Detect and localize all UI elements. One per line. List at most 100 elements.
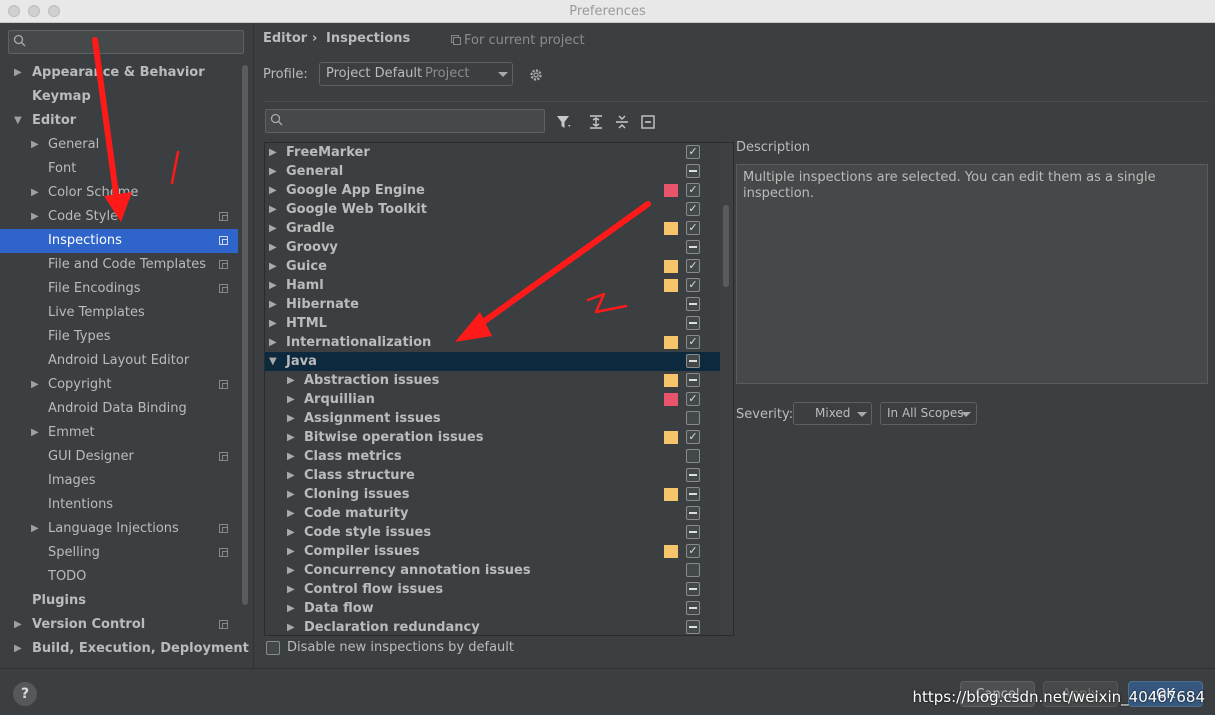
chevron-right-icon[interactable]: ▶ <box>287 504 295 523</box>
inspection-row[interactable]: ▶ Class structure <box>265 466 720 485</box>
chevron-right-icon[interactable]: ▶ <box>287 523 295 542</box>
inspection-row[interactable]: ▶ Groovy <box>265 238 720 257</box>
sidebar-item-inspections[interactable]: Inspections <box>0 229 238 253</box>
sidebar-item-build-execution-deployment[interactable]: ▶ Build, Execution, Deployment <box>0 637 249 661</box>
inspections-scrollbar[interactable] <box>723 205 729 287</box>
breadcrumb-editor[interactable]: Editor <box>263 31 307 46</box>
sidebar-item-file-encodings[interactable]: File Encodings <box>0 277 238 301</box>
inspection-row[interactable]: ▶ FreeMarker ✓ <box>265 143 720 162</box>
gear-icon[interactable] <box>528 67 544 83</box>
chevron-right-icon[interactable]: ▶ <box>287 599 295 618</box>
inspection-row[interactable]: ▶ Declaration redundancy <box>265 618 720 635</box>
sidebar-item-copyright[interactable]: ▶ Copyright <box>0 373 238 397</box>
sidebar-item-intentions[interactable]: Intentions <box>0 493 238 517</box>
inspection-checkbox[interactable] <box>686 620 700 634</box>
scope-dropdown[interactable]: In All Scopes <box>880 402 977 425</box>
inspection-row[interactable]: ▶ Abstraction issues <box>265 371 720 390</box>
inspection-checkbox[interactable]: ✓ <box>686 544 700 558</box>
sidebar-item-plugins[interactable]: Plugins <box>0 589 238 613</box>
sidebar-item-code-style[interactable]: ▶ Code Style <box>0 205 238 229</box>
chevron-right-icon[interactable]: ▶ <box>287 542 295 561</box>
chevron-right-icon[interactable]: ▶ <box>287 561 295 580</box>
inspection-checkbox[interactable] <box>686 525 700 539</box>
inspection-checkbox[interactable] <box>686 487 700 501</box>
chevron-right-icon[interactable]: ▶ <box>287 618 295 635</box>
chevron-right-icon[interactable]: ▶ <box>287 485 295 504</box>
expand-all-icon[interactable] <box>588 114 604 130</box>
sidebar-item-color-scheme[interactable]: ▶ Color Scheme <box>0 181 238 205</box>
inspection-checkbox[interactable] <box>686 240 700 254</box>
inspection-row[interactable]: ▶ Control flow issues <box>265 580 720 599</box>
chevron-right-icon[interactable]: ▶ <box>14 637 22 661</box>
settings-search-input[interactable] <box>8 30 244 54</box>
inspection-row[interactable]: ▶ HTML <box>265 314 720 333</box>
inspection-row[interactable]: ▶ Code style issues <box>265 523 720 542</box>
inspection-row[interactable]: ▶ Google Web Toolkit ✓ <box>265 200 720 219</box>
sidebar-item-file-types[interactable]: File Types <box>0 325 238 349</box>
disable-new-checkbox[interactable] <box>266 641 280 655</box>
sidebar-item-file-and-code-templates[interactable]: File and Code Templates <box>0 253 238 277</box>
chevron-right-icon[interactable]: ▶ <box>14 613 22 637</box>
inspection-checkbox[interactable]: ✓ <box>686 202 700 216</box>
inspection-checkbox[interactable] <box>686 373 700 387</box>
inspection-checkbox[interactable] <box>686 449 700 463</box>
sidebar-item-android-data-binding[interactable]: Android Data Binding <box>0 397 238 421</box>
chevron-right-icon[interactable]: ▶ <box>269 162 277 181</box>
inspection-checkbox[interactable]: ✓ <box>686 392 700 406</box>
inspection-checkbox[interactable] <box>686 563 700 577</box>
inspection-row[interactable]: ▶ Gradle ✓ <box>265 219 720 238</box>
inspection-checkbox[interactable] <box>686 601 700 615</box>
chevron-right-icon[interactable]: ▶ <box>287 371 295 390</box>
inspections-search-input[interactable] <box>265 109 545 133</box>
inspection-row[interactable]: ▼ Java <box>265 352 720 371</box>
chevron-right-icon[interactable]: ▶ <box>31 421 39 445</box>
inspection-checkbox[interactable]: ✓ <box>686 430 700 444</box>
sidebar-item-live-templates[interactable]: Live Templates <box>0 301 238 325</box>
chevron-right-icon[interactable]: ▶ <box>269 295 277 314</box>
inspection-row[interactable]: ▶ Bitwise operation issues ✓ <box>265 428 720 447</box>
chevron-right-icon[interactable]: ▶ <box>269 314 277 333</box>
sidebar-item-images[interactable]: Images <box>0 469 238 493</box>
sidebar-item-language-injections[interactable]: ▶ Language Injections <box>0 517 238 541</box>
sidebar-item-appearance-behavior[interactable]: ▶ Appearance & Behavior <box>0 61 238 85</box>
inspection-checkbox[interactable]: ✓ <box>686 335 700 349</box>
inspection-checkbox[interactable]: ✓ <box>686 183 700 197</box>
inspection-checkbox[interactable] <box>686 506 700 520</box>
inspection-row[interactable]: ▶ Cloning issues <box>265 485 720 504</box>
chevron-right-icon[interactable]: ▶ <box>269 143 277 162</box>
inspection-row[interactable]: ▶ Internationalization ✓ <box>265 333 720 352</box>
chevron-right-icon[interactable]: ▶ <box>31 181 39 205</box>
chevron-right-icon[interactable]: ▶ <box>31 205 39 229</box>
inspection-row[interactable]: ▶ Guice ✓ <box>265 257 720 276</box>
chevron-right-icon[interactable]: ▶ <box>287 466 295 485</box>
collapse-all-icon[interactable] <box>614 114 630 130</box>
sidebar-item-keymap[interactable]: Keymap <box>0 85 238 109</box>
chevron-right-icon[interactable]: ▶ <box>287 447 295 466</box>
inspection-row[interactable]: ▶ Assignment issues <box>265 409 720 428</box>
help-button[interactable]: ? <box>13 682 37 706</box>
chevron-right-icon[interactable]: ▶ <box>31 373 39 397</box>
sidebar-item-todo[interactable]: TODO <box>0 565 238 589</box>
inspection-row[interactable]: ▶ Haml ✓ <box>265 276 720 295</box>
chevron-down-icon[interactable]: ▼ <box>269 352 277 371</box>
chevron-right-icon[interactable]: ▶ <box>31 133 39 157</box>
inspection-checkbox[interactable]: ✓ <box>686 278 700 292</box>
sidebar-item-editor[interactable]: ▼ Editor <box>0 109 238 133</box>
inspection-checkbox[interactable]: ✓ <box>686 145 700 159</box>
inspection-checkbox[interactable]: ✓ <box>686 221 700 235</box>
chevron-right-icon[interactable]: ▶ <box>269 181 277 200</box>
inspection-row[interactable]: ▶ General <box>265 162 720 181</box>
inspection-row[interactable]: ▶ Code maturity <box>265 504 720 523</box>
inspection-row[interactable]: ▶ Data flow <box>265 599 720 618</box>
inspection-checkbox[interactable] <box>686 297 700 311</box>
inspection-row[interactable]: ▶ Concurrency annotation issues <box>265 561 720 580</box>
inspection-checkbox[interactable] <box>686 316 700 330</box>
chevron-right-icon[interactable]: ▶ <box>287 409 295 428</box>
chevron-right-icon[interactable]: ▶ <box>287 428 295 447</box>
inspection-checkbox[interactable] <box>686 582 700 596</box>
chevron-right-icon[interactable]: ▶ <box>269 238 277 257</box>
chevron-right-icon[interactable]: ▶ <box>269 333 277 352</box>
sidebar-item-spelling[interactable]: Spelling <box>0 541 238 565</box>
chevron-right-icon[interactable]: ▶ <box>269 200 277 219</box>
sidebar-item-version-control[interactable]: ▶ Version Control <box>0 613 238 637</box>
